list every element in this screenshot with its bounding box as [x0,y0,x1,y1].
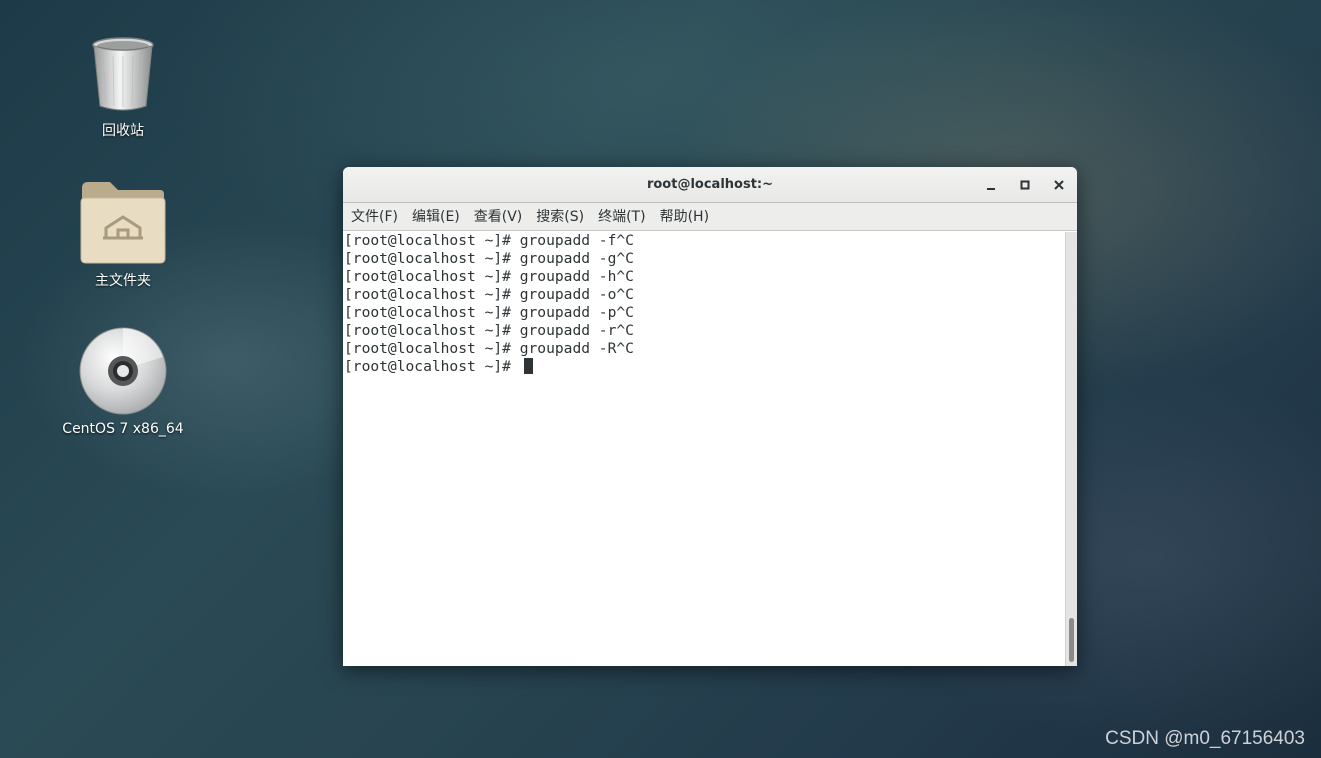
terminal-output[interactable]: [root@localhost ~]# groupadd -f^C [root@… [343,232,1065,666]
desktop-icon-trash[interactable]: 回收站 [58,36,188,140]
disc-icon [79,327,167,415]
trash-icon [92,37,154,111]
close-button[interactable] [1048,174,1070,196]
terminal-cursor [523,358,533,374]
terminal-line: [root@localhost ~]# groupadd -g^C [344,250,634,267]
terminal-scrollbar[interactable] [1065,232,1077,666]
desktop-icon-home[interactable]: 主文件夹 [58,180,188,290]
terminal-line: [root@localhost ~]# groupadd -o^C [344,286,634,303]
menu-help[interactable]: 帮助(H) [654,203,715,231]
menu-view[interactable]: 查看(V) [468,203,529,231]
window-title: root@localhost:~ [646,177,774,192]
terminal-window[interactable]: root@localhost:~ 文件(F) 编辑(E) 查看(V) 搜索(S)… [343,167,1077,666]
minimize-button[interactable] [980,174,1002,196]
desktop-icon-label: 主文件夹 [95,273,151,289]
maximize-button[interactable] [1014,174,1036,196]
terminal-prompt: [root@localhost ~]# [344,358,520,375]
terminal-line: [root@localhost ~]# groupadd -R^C [344,340,634,357]
watermark-text: CSDN @m0_67156403 [1105,728,1305,749]
menu-bar: 文件(F) 编辑(E) 查看(V) 搜索(S) 终端(T) 帮助(H) [343,203,1077,231]
window-titlebar[interactable]: root@localhost:~ [343,167,1077,203]
minimize-icon [987,188,995,190]
desktop-icon-disc[interactable]: CentOS 7 x86_64 [58,327,188,437]
scrollbar-thumb[interactable] [1069,618,1074,662]
terminal-line: [root@localhost ~]# groupadd -p^C [344,304,634,321]
terminal-line: [root@localhost ~]# groupadd -r^C [344,322,634,339]
terminal-prompt-line[interactable]: [root@localhost ~]# [343,358,1065,376]
menu-search[interactable]: 搜索(S) [530,203,590,231]
desktop-icon-label: 回收站 [102,123,144,139]
terminal-line: [root@localhost ~]# groupadd -h^C [344,268,634,285]
close-icon [1054,180,1064,190]
terminal-line: [root@localhost ~]# groupadd -f^C [344,232,634,249]
home-folder-icon [80,182,166,264]
desktop-icon-label: CentOS 7 x86_64 [62,421,184,437]
menu-terminal[interactable]: 终端(T) [592,203,651,231]
menu-file[interactable]: 文件(F) [345,203,404,231]
menu-edit[interactable]: 编辑(E) [406,203,466,231]
maximize-icon [1020,180,1030,190]
